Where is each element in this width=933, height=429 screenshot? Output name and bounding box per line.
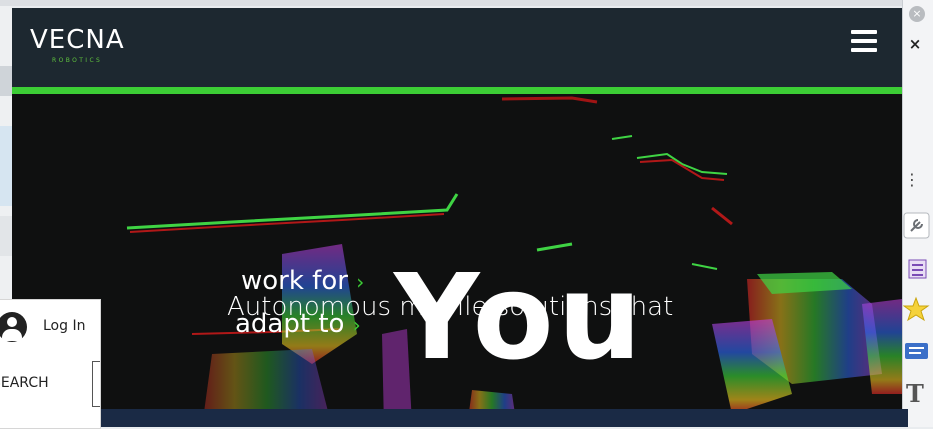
wrench-icon[interactable] — [903, 212, 930, 239]
website-page: VECNA ROBOTICS Autonomous mobile solutio… — [12, 8, 902, 427]
brand-logo[interactable]: VECNA — [30, 25, 125, 55]
accent-bar — [12, 87, 902, 94]
rotating-phrase-1: work for › — [241, 266, 365, 296]
account-search-panel: Log In SEARCH — [0, 299, 101, 429]
bottom-band — [0, 409, 908, 427]
kebab-menu-icon[interactable]: ⋮ — [904, 168, 920, 192]
rotating-phrase-2: adapt to › — [235, 309, 361, 339]
search-label: SEARCH — [0, 375, 49, 391]
site-header: VECNA ROBOTICS — [12, 8, 902, 87]
brand-subtitle: ROBOTICS — [52, 57, 103, 64]
text-icon[interactable]: T — [903, 379, 930, 408]
circle-close-icon[interactable]: × — [909, 6, 925, 22]
hamburger-icon[interactable] — [851, 30, 879, 54]
close-icon[interactable]: × — [905, 34, 925, 54]
user-avatar-icon[interactable] — [0, 312, 27, 342]
search-input[interactable] — [92, 361, 100, 407]
chevron-right-icon: › — [352, 313, 361, 337]
hero-big-word: You — [394, 248, 646, 386]
comment-icon[interactable] — [903, 338, 930, 365]
star-icon[interactable] — [902, 296, 930, 323]
svg-text:T: T — [906, 380, 924, 407]
login-link[interactable]: Log In — [43, 318, 85, 334]
list-icon[interactable] — [903, 256, 930, 283]
background-window-top — [0, 0, 933, 6]
chevron-right-icon: › — [356, 270, 365, 294]
